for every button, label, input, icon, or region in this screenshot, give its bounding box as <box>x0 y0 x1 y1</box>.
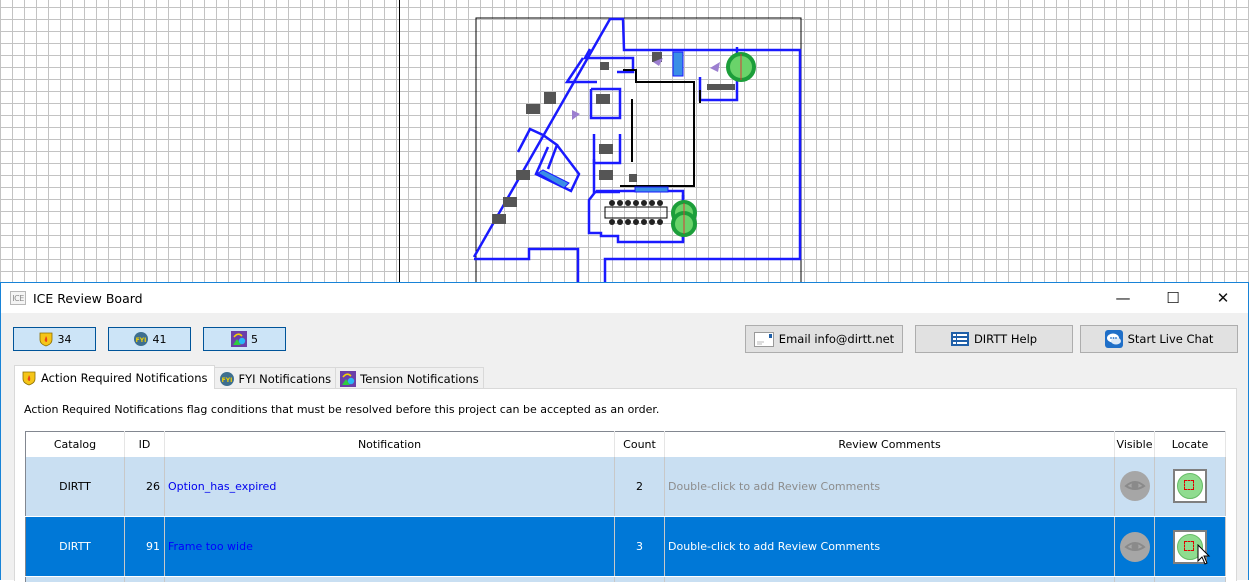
action-required-count-button[interactable]: 34 <box>13 327 96 351</box>
column-header-locate[interactable]: Locate <box>1154 431 1226 457</box>
catalog-cell: DIRTT <box>25 516 125 577</box>
help-list-icon <box>950 332 969 346</box>
tab-tension[interactable]: Tension Notifications <box>335 367 484 389</box>
start-live-chat-button[interactable]: Start Live Chat <box>1080 325 1238 353</box>
table-row[interactable]: DIRTT 26 Option_has_expired 2 Double-cli… <box>25 456 1226 517</box>
locate-button[interactable] <box>1173 469 1207 504</box>
review-comments-placeholder: Double-click to add Review Comments <box>668 479 881 493</box>
notification-link[interactable]: Frame too wide <box>168 540 253 553</box>
id-cell: 26 <box>124 456 165 517</box>
plan-inner-walls <box>620 69 701 187</box>
tab-action-required[interactable]: Action Required Notifications <box>14 365 215 389</box>
review-comments-cell[interactable]: Double-click to add Review Comments <box>664 516 1115 577</box>
dirtt-help-label: DIRTT Help <box>973 332 1038 346</box>
title-bar[interactable]: ICE ICE Review Board — ☐ ✕ <box>1 283 1248 313</box>
visible-cell <box>1114 456 1155 517</box>
action-required-count: 34 <box>57 332 72 346</box>
ice-review-board-window: ICE ICE Review Board — ☐ ✕ 34 FYI 41 5 E… <box>0 282 1249 583</box>
email-button[interactable]: Email info@dirtt.net <box>745 325 903 353</box>
locate-cell <box>1154 516 1226 577</box>
eye-icon[interactable] <box>1119 471 1150 502</box>
count-cell: 2 <box>614 456 665 517</box>
locate-selection-icon <box>1184 540 1194 551</box>
live-chat-bubble-icon <box>1104 330 1123 348</box>
visible-cell <box>1114 516 1155 577</box>
fyi-count-button[interactable]: FYI 41 <box>108 327 191 351</box>
fyi-count: 41 <box>152 332 167 346</box>
id-cell: 91 <box>124 516 165 577</box>
app-icon: ICE <box>10 291 26 305</box>
count-cell: 3 <box>614 516 665 577</box>
maximize-button[interactable]: ☐ <box>1148 283 1198 313</box>
email-button-label: Email info@dirtt.net <box>778 332 895 346</box>
fyi-globe-icon: FYI <box>133 332 148 346</box>
review-comments-placeholder: Double-click to add Review Comments <box>668 540 881 553</box>
tab-label: Tension Notifications <box>360 371 479 386</box>
locate-cell <box>1154 456 1226 517</box>
plan-chairs <box>609 200 663 225</box>
minimize-button[interactable]: — <box>1098 283 1148 313</box>
close-button[interactable]: ✕ <box>1198 283 1248 313</box>
tab-fyi[interactable]: FYI FYI Notifications <box>213 367 337 389</box>
dirtt-help-button[interactable]: DIRTT Help <box>915 325 1073 353</box>
locate-selection-icon <box>1184 480 1194 491</box>
fyi-globe-icon: FYI <box>219 371 234 386</box>
action-required-panel: Action Required Notifications flag condi… <box>14 388 1237 583</box>
window-title: ICE Review Board <box>33 290 143 306</box>
column-header-catalog[interactable]: Catalog <box>25 431 125 457</box>
canvas-divider-line <box>399 0 400 282</box>
plan-furniture <box>492 52 735 224</box>
tension-shapes-icon <box>340 370 357 387</box>
notifications-table: Catalog ID Notification Count Review Com… <box>25 431 1226 583</box>
start-live-chat-label: Start Live Chat <box>1127 332 1214 346</box>
column-header-id[interactable]: ID <box>124 431 165 457</box>
cad-canvas[interactable] <box>0 0 1249 285</box>
floor-plan-drawing[interactable] <box>460 10 820 285</box>
action-required-shield-icon <box>39 332 52 347</box>
action-required-shield-icon <box>22 371 36 385</box>
notification-cell: Frame too wide <box>164 516 615 577</box>
mouse-cursor-icon <box>1197 544 1211 565</box>
plan-conference-table <box>604 206 668 219</box>
email-envelope-icon <box>753 331 774 347</box>
table-header-row: Catalog ID Notification Count Review Com… <box>25 431 1226 457</box>
tension-count-button[interactable]: 5 <box>203 327 286 351</box>
tab-label: Action Required Notifications <box>41 370 208 385</box>
notification-link[interactable]: Option_has_expired <box>168 480 276 493</box>
notification-tabs: Action Required Notifications FYI FYI No… <box>14 365 484 389</box>
table-row-selected[interactable]: DIRTT 91 Frame too wide 3 Double-click t… <box>25 516 1226 577</box>
panel-description: Action Required Notifications flag condi… <box>24 403 660 416</box>
eye-icon[interactable] <box>1119 531 1150 562</box>
tension-shapes-icon <box>231 331 247 347</box>
tension-count: 5 <box>251 332 258 346</box>
svg-text:FYI: FYI <box>221 377 232 384</box>
column-header-review-comments[interactable]: Review Comments <box>664 431 1115 457</box>
svg-text:FYI: FYI <box>135 337 146 344</box>
column-header-count[interactable]: Count <box>614 431 665 457</box>
column-header-notification[interactable]: Notification <box>164 431 615 457</box>
tab-label: FYI Notifications <box>238 371 332 386</box>
review-comments-cell[interactable]: Double-click to add Review Comments <box>664 456 1115 517</box>
notification-cell: Option_has_expired <box>164 456 615 517</box>
catalog-cell: DIRTT <box>25 456 125 517</box>
column-header-visible[interactable]: Visible <box>1114 431 1155 457</box>
